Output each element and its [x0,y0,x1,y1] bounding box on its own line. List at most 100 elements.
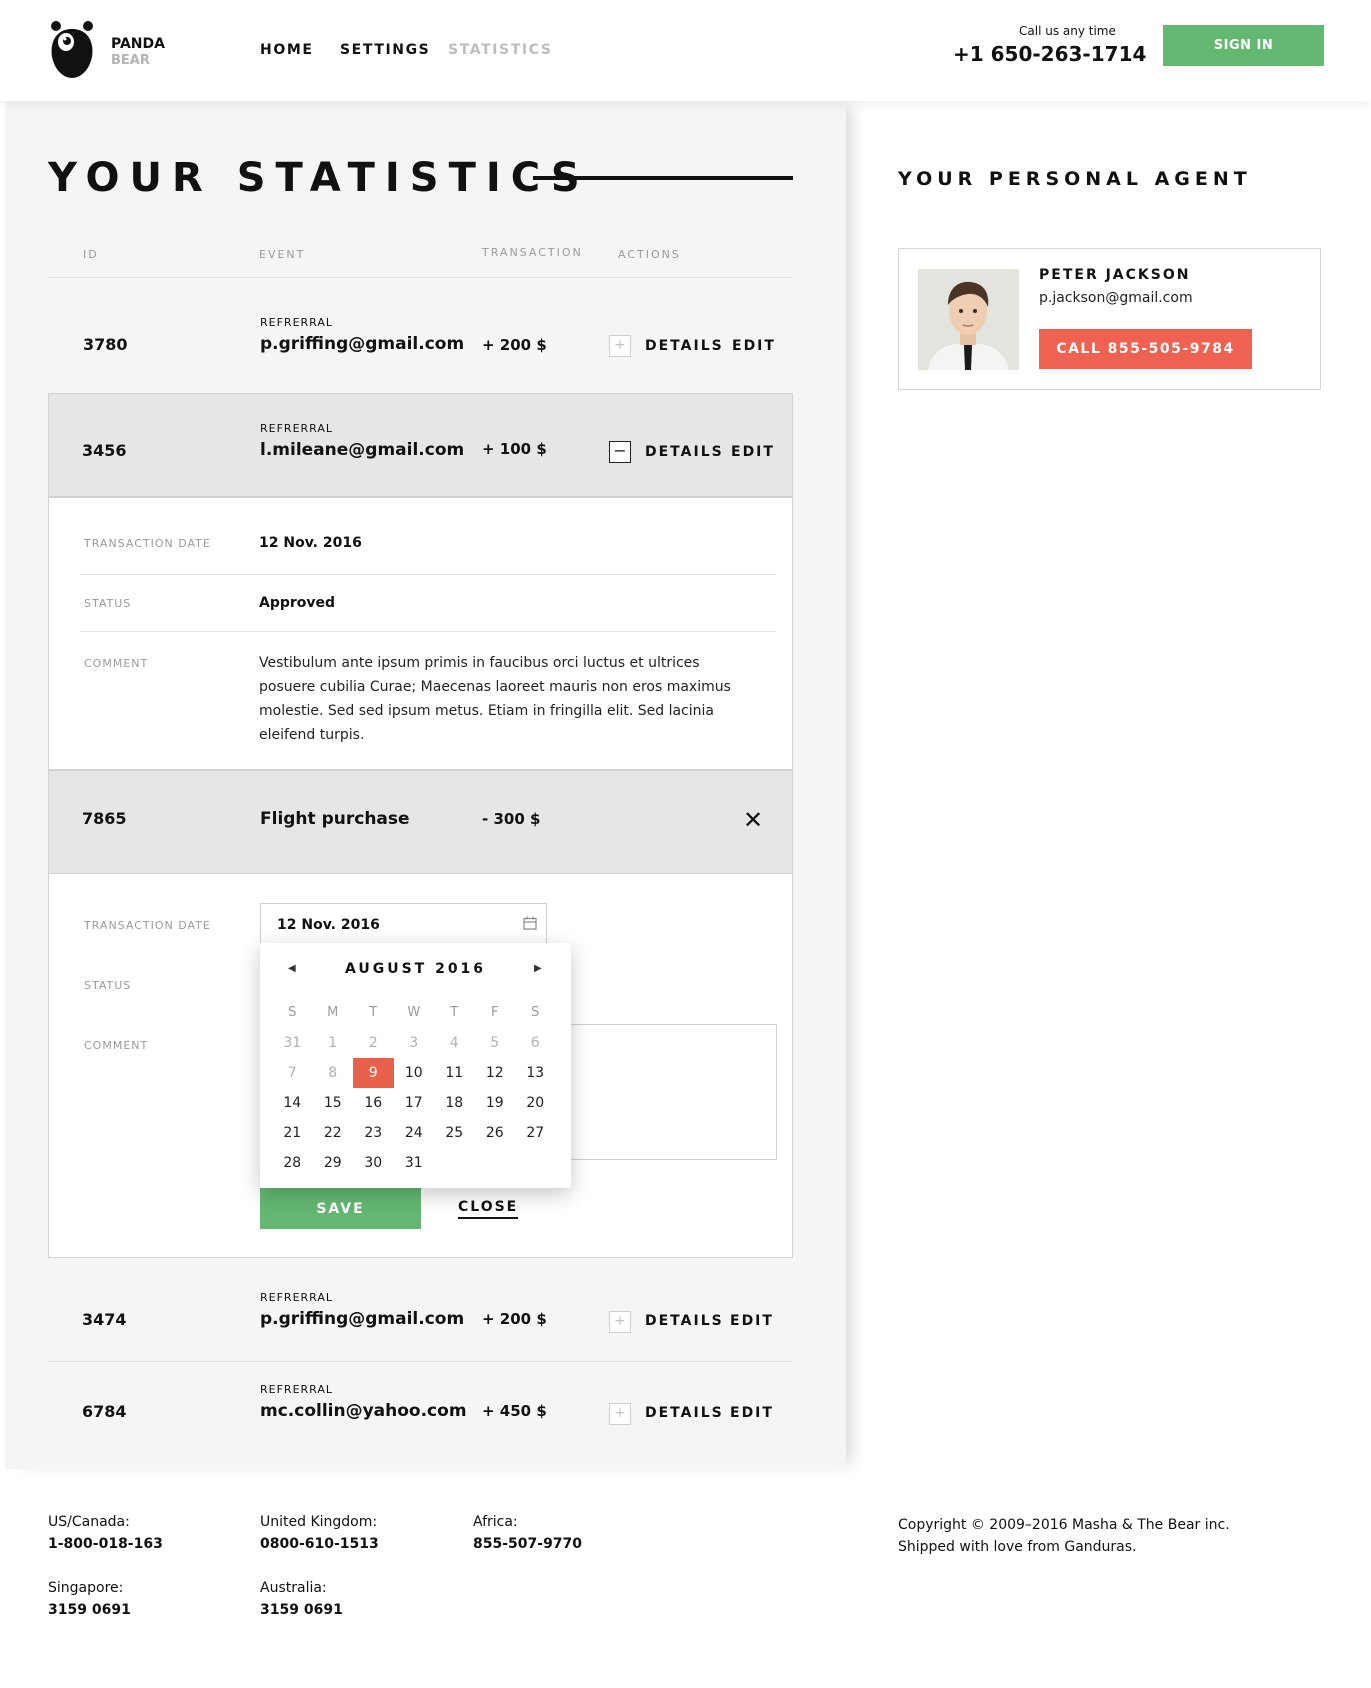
calendar-day[interactable]: 12 [475,1058,516,1088]
brand-name: PANDA [111,36,165,52]
calendar-day[interactable]: 31 [272,1028,313,1058]
calendar-day[interactable]: 27 [515,1118,556,1148]
date-input[interactable]: 12 Nov. 2016 [260,903,547,945]
brand-subname: BEAR [111,53,150,68]
header-divider [48,277,793,278]
close-icon[interactable]: ✕ [743,806,763,834]
close-button[interactable]: CLOSE [458,1199,519,1219]
calendar-day[interactable]: 30 [353,1148,394,1178]
calendar-day[interactable]: 16 [353,1088,394,1118]
calendar-day[interactable]: 13 [515,1058,556,1088]
row-id: 3780 [83,335,128,354]
caret-right-icon[interactable]: ▶ [534,963,542,974]
call-us-label: Call us any time [1019,24,1116,38]
footer-phone[interactable]: 855-507-9770 [473,1536,582,1552]
footer-copyright: Copyright © 2009–2016 Masha & The Bear i… [898,1514,1230,1558]
edit-button[interactable]: EDIT [730,1405,774,1421]
comment-textarea[interactable] [570,1024,777,1160]
edit-button[interactable]: EDIT [730,1313,774,1329]
call-agent-button[interactable]: CALL 855-505-9784 [1039,329,1252,369]
details-button[interactable]: DETAILS [645,1313,724,1329]
footer-phone[interactable]: 0800-610-1513 [260,1536,379,1552]
row-email: mc.collin@yahoo.com [260,1401,467,1421]
weekday-label: M [327,1005,339,1020]
calendar-day[interactable]: 20 [515,1088,556,1118]
expand-plus-icon[interactable]: + [609,1311,631,1333]
date-input-value: 12 Nov. 2016 [277,917,380,933]
row-amount: - 300 $ [482,810,541,828]
calendar-day[interactable]: 22 [313,1118,354,1148]
column-header-event: EVENT [259,248,306,261]
calendar-day[interactable]: 29 [313,1148,354,1178]
nav-settings[interactable]: SETTINGS [340,42,430,58]
footer-region: Australia: [260,1580,327,1596]
footer-phone[interactable]: 1-800-018-163 [48,1536,163,1552]
nav-statistics[interactable]: STATISTICS [448,42,553,58]
details-button[interactable]: DETAILS [645,1405,724,1421]
calendar-day-selected[interactable]: 9 [353,1058,394,1088]
nav-home[interactable]: HOME [260,42,314,58]
calendar-day[interactable]: 24 [394,1118,435,1148]
calendar-day[interactable]: 19 [475,1088,516,1118]
agent-email[interactable]: p.jackson@gmail.com [1039,290,1193,306]
calendar-icon[interactable] [523,916,537,930]
calendar-day[interactable]: 10 [394,1058,435,1088]
calendar-day[interactable]: 7 [272,1058,313,1088]
row-email: p.griffing@gmail.com [260,1309,465,1329]
calendar-day-empty [475,1148,516,1178]
weekday-label: S [288,1005,297,1020]
collapse-minus-icon[interactable]: − [609,441,631,463]
calendar-day[interactable]: 4 [434,1028,475,1058]
row-id: 6784 [82,1402,127,1421]
calendar-day[interactable]: 3 [394,1028,435,1058]
datepicker: ◀ AUGUST 2016 ▶ S M T W T F S 31 1 2 3 4… [260,943,571,1188]
agent-avatar [918,269,1019,370]
row-event-type: REFRERRAL [260,316,334,329]
footer-phone[interactable]: 3159 0691 [260,1602,343,1618]
calendar-day[interactable]: 1 [313,1028,354,1058]
expand-plus-icon[interactable]: + [609,335,631,357]
calendar-day[interactable]: 5 [475,1028,516,1058]
week-row: 31 1 2 3 4 5 6 [272,1028,556,1058]
row-event-type: REFRERRAL [260,422,334,435]
calendar-day[interactable]: 2 [353,1028,394,1058]
calendar-day-empty [434,1148,475,1178]
footer-phone[interactable]: 3159 0691 [48,1602,131,1618]
panda-logo-icon[interactable] [48,19,96,79]
calendar-day[interactable]: 18 [434,1088,475,1118]
calendar-day[interactable]: 28 [272,1148,313,1178]
weekday-label: S [531,1005,540,1020]
calendar-day-empty [515,1148,556,1178]
column-header-actions: ACTIONS [618,248,681,261]
calendar-day[interactable]: 8 [313,1058,354,1088]
week-row: 28 29 30 31 [272,1148,556,1178]
edit-button[interactable]: EDIT [732,338,776,354]
comment-label: COMMENT [84,657,149,670]
row-amount: + 200 $ [482,336,547,354]
calendar-day[interactable]: 25 [434,1118,475,1148]
expand-plus-icon[interactable]: + [609,1403,631,1425]
page-title: YOUR STATISTICS [48,155,590,201]
details-button[interactable]: DETAILS [645,338,724,354]
calendar-day[interactable]: 21 [272,1118,313,1148]
calendar-day[interactable]: 14 [272,1088,313,1118]
calendar-day[interactable]: 17 [394,1088,435,1118]
row-amount: + 450 $ [482,1402,547,1420]
sign-in-button[interactable]: SIGN IN [1163,25,1324,66]
transaction-date-label: TRANSACTION DATE [84,537,211,550]
calendar-day[interactable]: 26 [475,1118,516,1148]
calendar-day[interactable]: 15 [313,1088,354,1118]
row-event-type: REFRERRAL [260,1383,334,1396]
title-divider [533,176,793,180]
calendar-day[interactable]: 6 [515,1028,556,1058]
week-row: 7 8 9 10 11 12 13 [272,1058,556,1088]
calendar-day[interactable]: 31 [394,1148,435,1178]
column-header-id: ID [83,248,99,261]
calendar-day[interactable]: 23 [353,1118,394,1148]
header-phone[interactable]: +1 650-263-1714 [953,42,1146,66]
details-button[interactable]: DETAILS [645,444,724,460]
save-button[interactable]: SAVE [260,1188,421,1229]
divider [80,574,776,575]
calendar-day[interactable]: 11 [434,1058,475,1088]
edit-button[interactable]: EDIT [731,444,775,460]
